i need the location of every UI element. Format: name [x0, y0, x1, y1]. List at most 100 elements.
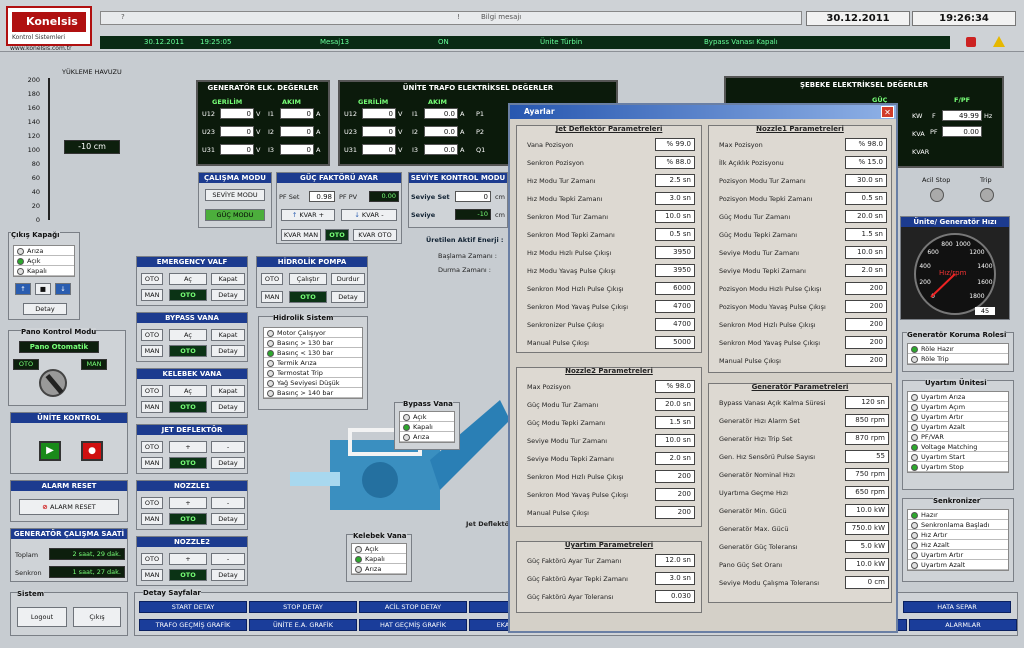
seviye-modu-button[interactable]: SEVİYE MODU	[205, 189, 265, 201]
valve-b4-button[interactable]: MAN	[141, 457, 163, 469]
param-input[interactable]: 750.0 kW	[845, 522, 889, 535]
param-input[interactable]: 5000	[655, 336, 695, 349]
valve-b2-button[interactable]: +	[169, 441, 207, 453]
param-input[interactable]: 20.0 sn	[655, 398, 695, 411]
dialog-title[interactable]: Ayarlar	[510, 105, 896, 119]
param-input[interactable]: 0.5 sn	[845, 192, 887, 205]
stop-detay-button[interactable]: STOP DETAY	[249, 601, 357, 613]
valve-b2-button[interactable]: +	[169, 553, 207, 565]
close-icon[interactable]: ✕	[881, 106, 894, 118]
valve-b1-button[interactable]: OTO	[141, 273, 163, 285]
pompa-start-button[interactable]: Çalıştır	[289, 273, 327, 285]
param-input[interactable]: 870 rpm	[845, 432, 889, 445]
param-input[interactable]: 1.5 sn	[845, 228, 887, 241]
acil-stop-detay-button[interactable]: ACİL STOP DETAY	[359, 601, 467, 613]
param-input[interactable]: 120 sn	[845, 396, 889, 409]
param-input[interactable]: 3950	[655, 246, 695, 259]
param-input[interactable]: 850 rpm	[845, 414, 889, 427]
mode-selector-knob-icon[interactable]	[39, 369, 67, 397]
valve-b2-button[interactable]: Aç	[169, 385, 207, 397]
detay-button-4[interactable]	[469, 601, 509, 613]
param-input[interactable]: 5.0 kW	[845, 540, 889, 553]
param-input[interactable]: 750 rpm	[845, 468, 889, 481]
logout-button[interactable]: Logout	[17, 607, 67, 627]
param-input[interactable]: 2.0 sn	[655, 452, 695, 465]
detay-page-button[interactable]: ÜNİTE E.A. GRAFİK	[249, 619, 357, 631]
guc-modu-button[interactable]: GÜÇ MODU	[205, 209, 265, 221]
param-input[interactable]: 1.5 sn	[655, 416, 695, 429]
valve-b4-button[interactable]: MAN	[141, 345, 163, 357]
valve-b1-button[interactable]: OTO	[141, 385, 163, 397]
valve-b6-button[interactable]: Detay	[211, 289, 245, 301]
param-input[interactable]: 4700	[655, 300, 695, 313]
hata-separ-button[interactable]: HATA SEPAR	[903, 601, 1011, 613]
param-input[interactable]: % 15.0	[845, 156, 887, 169]
valve-b1-button[interactable]: OTO	[141, 497, 163, 509]
stop-button[interactable]: ●	[81, 441, 103, 461]
valve-b1-button[interactable]: OTO	[141, 329, 163, 341]
param-input[interactable]: 200	[845, 318, 887, 331]
param-input[interactable]: 2.0 sn	[845, 264, 887, 277]
detay-page-button[interactable]: ALARMLAR	[909, 619, 1017, 631]
valve-b4-button[interactable]: MAN	[141, 513, 163, 525]
valve-b3-button[interactable]: Kapat	[211, 273, 245, 285]
param-input[interactable]: 6000	[655, 282, 695, 295]
seviye-set-input[interactable]: 0	[455, 191, 491, 202]
help-icon[interactable]: ?	[121, 13, 125, 21]
pf-set-input[interactable]: 0.98	[309, 191, 335, 202]
param-input[interactable]: 4700	[655, 318, 695, 331]
alarm-bell-icon[interactable]	[966, 37, 976, 47]
param-input[interactable]: % 98.0	[845, 138, 887, 151]
valve-b6-button[interactable]: Detay	[211, 401, 245, 413]
kvar-man-button[interactable]: KVAR MAN	[281, 229, 321, 241]
param-input[interactable]: % 99.0	[655, 138, 695, 151]
valve-b4-button[interactable]: MAN	[141, 289, 163, 301]
detay-page-button[interactable]: HAT GEÇMİŞ GRAFİK	[359, 619, 467, 631]
kvar-down-button[interactable]: ↓ KVAR -	[341, 209, 397, 221]
alarm-reset-button[interactable]: ⊘ ALARM RESET	[19, 499, 119, 515]
cikis-down-button[interactable]: ↓	[55, 283, 71, 295]
valve-b3-button[interactable]: -	[211, 441, 245, 453]
valve-b3-button[interactable]: -	[211, 553, 245, 565]
valve-b6-button[interactable]: Detay	[211, 513, 245, 525]
pompa-man-button[interactable]: MAN	[261, 291, 283, 303]
valve-b6-button[interactable]: Detay	[211, 569, 245, 581]
cikis-stop-button[interactable]: ■	[35, 283, 51, 295]
valve-b2-button[interactable]: +	[169, 497, 207, 509]
param-input[interactable]: 30.0 sn	[845, 174, 887, 187]
param-input[interactable]: 3950	[655, 264, 695, 277]
param-input[interactable]: % 98.0	[655, 380, 695, 393]
param-input[interactable]: 3.0 sn	[655, 572, 695, 585]
detay-page-button[interactable]: TRAFO GEÇMİŞ GRAFİK	[139, 619, 247, 631]
valve-b2-button[interactable]: Aç	[169, 273, 207, 285]
param-input[interactable]: 10.0 kW	[845, 558, 889, 571]
param-input[interactable]: 10.0 kW	[845, 504, 889, 517]
param-input[interactable]: % 88.0	[655, 156, 695, 169]
param-input[interactable]: 20.0 sn	[845, 210, 887, 223]
exit-button[interactable]: Çıkış	[73, 607, 121, 627]
param-input[interactable]: 200	[845, 354, 887, 367]
valve-b3-button[interactable]: -	[211, 497, 245, 509]
param-input[interactable]: 12.0 sn	[655, 554, 695, 567]
kvar-up-button[interactable]: ↑ KVAR +	[281, 209, 335, 221]
param-input[interactable]: 10.0 sn	[845, 246, 887, 259]
param-input[interactable]: 0 cm	[845, 576, 889, 589]
cikis-up-button[interactable]: ↑	[15, 283, 31, 295]
start-button[interactable]: ▶	[39, 441, 61, 461]
kvar-oto-button[interactable]: KVAR OTO	[353, 229, 397, 241]
param-input[interactable]: 200	[655, 470, 695, 483]
valve-b4-button[interactable]: MAN	[141, 569, 163, 581]
param-input[interactable]: 200	[655, 506, 695, 519]
param-input[interactable]: 200	[845, 336, 887, 349]
param-input[interactable]: 10.0 sn	[655, 210, 695, 223]
param-input[interactable]: 55	[845, 450, 889, 463]
warning-icon[interactable]	[993, 36, 1005, 47]
pompa-oto-button[interactable]: OTO	[261, 273, 283, 285]
start-detay-button[interactable]: START DETAY	[139, 601, 247, 613]
pompa-detay-button[interactable]: Detay	[331, 291, 365, 303]
param-input[interactable]: 200	[845, 300, 887, 313]
param-input[interactable]: 200	[655, 488, 695, 501]
valve-b6-button[interactable]: Detay	[211, 457, 245, 469]
param-input[interactable]: 10.0 sn	[655, 434, 695, 447]
valve-b3-button[interactable]: Kapat	[211, 385, 245, 397]
